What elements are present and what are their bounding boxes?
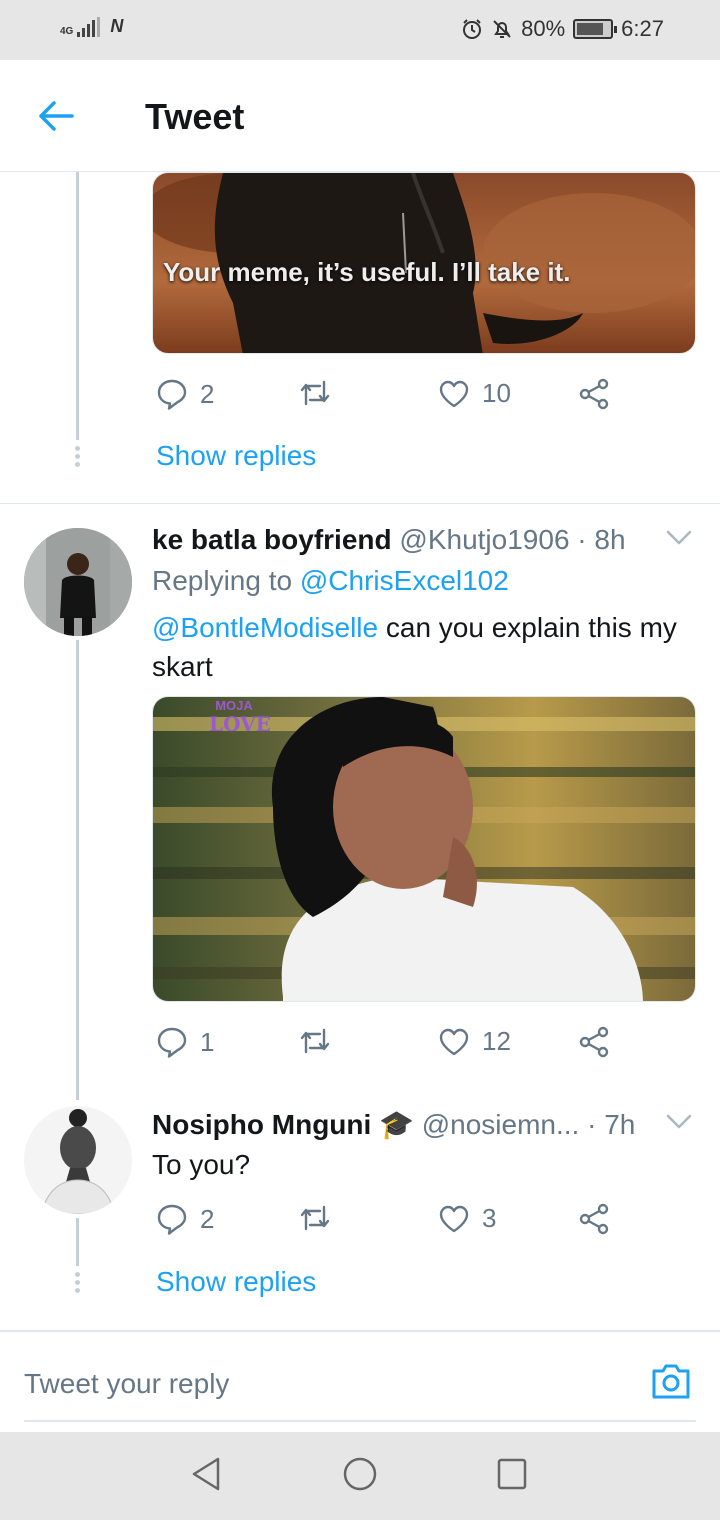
reply-icon [157, 379, 187, 410]
graduation-cap-emoji: 🎓 [379, 1108, 414, 1141]
tweet-text: @BontleModiselle can you explain this my… [152, 608, 682, 686]
mention-link[interactable]: @BontleModiselle [152, 612, 378, 643]
avatar[interactable] [24, 1106, 132, 1214]
clock: 6:27 [621, 16, 664, 41]
replying-to-handle[interactable]: @ChrisExcel102 [300, 565, 509, 596]
reply-icon [157, 1027, 187, 1058]
alarm-icon [463, 19, 482, 39]
heart-icon [439, 1028, 469, 1055]
reaction-image [153, 697, 695, 1001]
retweet-button[interactable] [298, 1203, 332, 1233]
arrow-left-icon [39, 101, 74, 131]
back-triangle-icon[interactable] [190, 1456, 222, 1492]
media-caption: Your meme, it’s useful. I’ll take it. [163, 257, 571, 287]
signal-icon [77, 17, 101, 37]
retweet-icon [300, 1205, 330, 1231]
network-indicator: 4G N [60, 16, 123, 37]
share-button[interactable] [578, 1026, 610, 1058]
reply-button[interactable]: 2 [156, 378, 214, 410]
display-name[interactable]: ke batla boyfriend [152, 524, 392, 555]
retweet-button[interactable] [298, 378, 332, 408]
like-button[interactable]: 3 [438, 1203, 496, 1234]
share-button[interactable] [578, 378, 610, 410]
tweet-time: · 7h [587, 1109, 636, 1140]
display-name[interactable]: Nosipho Mnguni [152, 1109, 371, 1140]
nfc-icon: N [110, 16, 124, 36]
tweet-header: ke batla boyfriend @Khutjo1906 · 8h [152, 524, 626, 556]
like-button[interactable]: 10 [438, 378, 511, 409]
reply-input-underline [24, 1420, 696, 1422]
tweet-actions: 2 10 [152, 378, 632, 418]
tweet-actions: 1 12 [152, 1026, 632, 1066]
retweet-icon [300, 1028, 330, 1054]
reply-count: 2 [200, 1203, 215, 1234]
replying-to: Replying to @ChrisExcel102 [152, 565, 509, 597]
chevron-down-icon[interactable] [666, 530, 692, 546]
avatar-photo [24, 1106, 132, 1214]
battery-icon [573, 19, 618, 39]
back-button[interactable] [34, 94, 78, 138]
reply-count: 1 [200, 1026, 215, 1057]
reply-input[interactable]: Tweet your reply [24, 1368, 229, 1400]
share-icon [579, 378, 609, 410]
share-icon [579, 1026, 609, 1058]
battery-percent: 80% [521, 16, 566, 41]
retweet-icon [300, 380, 330, 406]
like-button[interactable]: 12 [438, 1026, 511, 1057]
thread-dots [75, 1272, 80, 1293]
retweet-button[interactable] [298, 1026, 332, 1056]
replying-prefix: Replying to [152, 565, 293, 596]
share-button[interactable] [578, 1203, 610, 1235]
thread-line [76, 640, 79, 1100]
network-type: 4G [60, 26, 74, 37]
reply-count: 2 [200, 378, 215, 409]
battery-level [577, 23, 603, 35]
chevron-down-icon[interactable] [666, 1114, 692, 1130]
reply-icon [157, 1204, 187, 1235]
share-icon [579, 1203, 609, 1235]
show-replies-link[interactable]: Show replies [156, 440, 316, 472]
heart-icon [439, 1205, 469, 1232]
like-count: 3 [482, 1203, 497, 1233]
divider [0, 503, 720, 504]
reply-button[interactable]: 2 [156, 1203, 214, 1235]
app-header: Tweet [0, 60, 720, 172]
like-count: 10 [482, 378, 511, 408]
media-logo-bottom: LOVE [209, 712, 271, 736]
status-right: 80% 6:27 [461, 16, 664, 42]
system-nav-bar [0, 1432, 720, 1520]
handle[interactable]: @Khutjo1906 [399, 524, 569, 555]
heart-icon [439, 380, 469, 407]
page-title: Tweet [145, 96, 245, 137]
reply-bar: Tweet your reply [0, 1330, 720, 1432]
thread-line [76, 1218, 79, 1266]
tweet-media-image[interactable]: Your meme, it’s useful. I’ll take it. [152, 172, 696, 354]
avatar[interactable] [24, 528, 132, 636]
thread-dots [75, 446, 80, 467]
handle[interactable]: @nosiemn... [422, 1109, 580, 1140]
avatar-photo [24, 528, 132, 636]
tweet-media-image[interactable]: MOJA LOVE [152, 696, 696, 1002]
tweet-header: Nosipho Mnguni 🎓 @nosiemn... · 7h [152, 1108, 635, 1141]
tweet-text: To you? [152, 1149, 251, 1180]
tweet-actions: 2 3 [152, 1203, 632, 1243]
mute-bell-icon [493, 20, 511, 38]
home-circle-icon[interactable] [342, 1456, 378, 1492]
show-replies-link[interactable]: Show replies [156, 1266, 316, 1298]
status-bar: 4G N 80% 6:27 [0, 0, 720, 60]
recents-square-icon[interactable] [496, 1456, 528, 1492]
like-count: 12 [482, 1026, 511, 1056]
tweet-time: · 8h [577, 524, 626, 555]
reply-button[interactable]: 1 [156, 1026, 214, 1058]
media-logo: MOJA LOVE [209, 697, 271, 736]
camera-icon[interactable] [650, 1362, 692, 1400]
thread-line [76, 172, 79, 440]
